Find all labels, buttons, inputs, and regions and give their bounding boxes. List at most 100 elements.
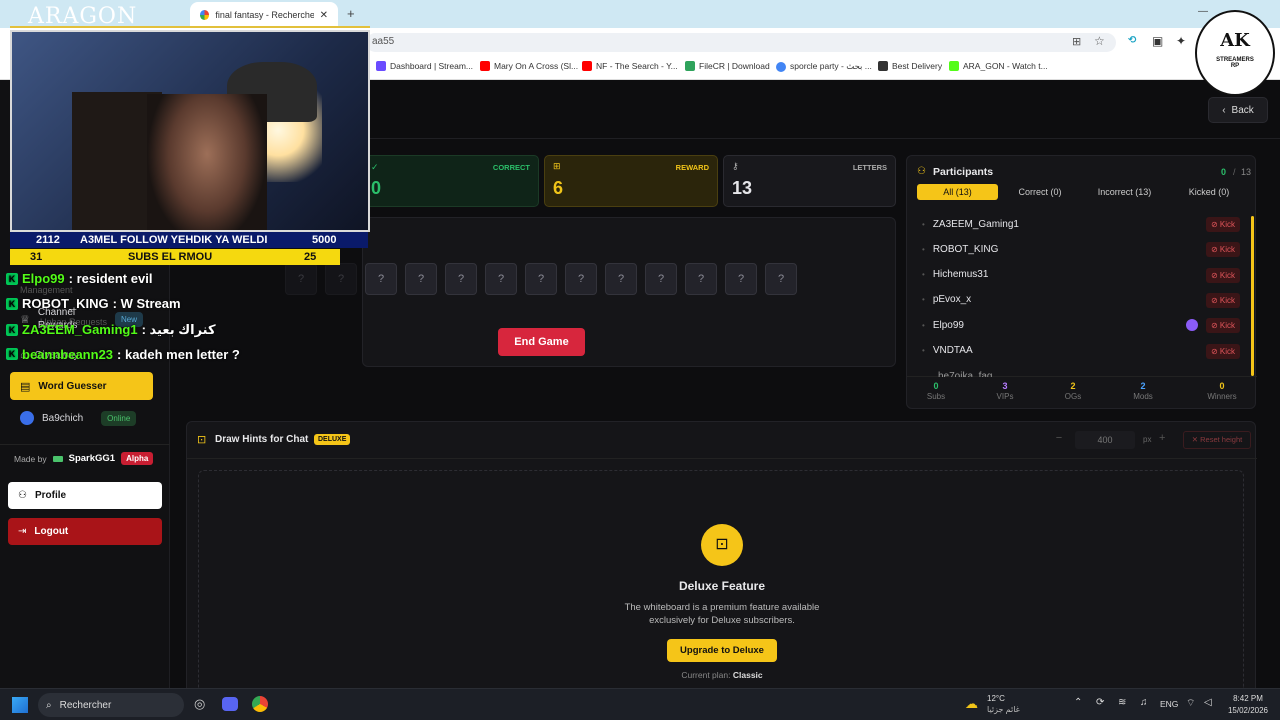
ban-icon: ⊘: [1210, 346, 1220, 356]
kick-button[interactable]: ⊘ Kick: [1205, 267, 1240, 283]
participants-scrollbar[interactable]: [1251, 216, 1254, 376]
stat-value: 6: [553, 178, 564, 198]
minimize-icon[interactable]: —: [1198, 6, 1208, 17]
participant-row: • ROBOT_KING ⊘ Kick: [916, 237, 1246, 261]
bookmark-item[interactable]: sporcle party - بحث ...: [776, 61, 872, 72]
deluxe-text-1: The whiteboard is a premium feature avai…: [624, 602, 820, 613]
decrease-height-button[interactable]: −: [1050, 432, 1068, 450]
chevron-up-icon[interactable]: ⌃: [1074, 697, 1082, 708]
summary-value: 0: [1219, 381, 1225, 391]
microphone-icon[interactable]: ♫: [1140, 697, 1148, 708]
extension-icon[interactable]: ⟲: [1128, 35, 1136, 46]
clock-date[interactable]: 15/02/2026: [1222, 706, 1274, 715]
webcam-feed: [10, 30, 370, 232]
kick-button[interactable]: ⊘ Kick: [1205, 292, 1240, 308]
participant-name: Hichemus31: [932, 269, 989, 281]
chat-message: K Elpo99: resident evil: [6, 271, 152, 286]
kick-button[interactable]: ⊘ Kick: [1205, 318, 1240, 334]
sidebar-item-word-guesser[interactable]: ▤ Word Guesser: [10, 372, 153, 400]
correct-count: 0: [1221, 167, 1227, 177]
key-icon: ⚷: [732, 161, 739, 171]
clock-time[interactable]: 8:42 PM: [1226, 694, 1270, 703]
logout-button[interactable]: ⇥ Logout: [8, 518, 162, 545]
windows-start-icon[interactable]: [12, 697, 28, 713]
bullet-icon: •: [922, 270, 925, 280]
kick-label: Kick: [1219, 321, 1235, 331]
sidebar-item-ba9chich[interactable]: Ba9chich Online: [10, 408, 153, 428]
made-by-label: Made by: [14, 453, 47, 464]
puzzle-icon[interactable]: ✦: [1176, 34, 1186, 48]
stat-value: 0: [371, 178, 382, 198]
ban-icon: ⊘: [1210, 245, 1220, 255]
maker-name[interactable]: SparkGG1: [69, 453, 115, 464]
height-input[interactable]: 400: [1075, 431, 1135, 449]
follow-goal-count: 2112: [36, 234, 60, 246]
chrome-icon[interactable]: [252, 696, 268, 712]
sparkgg-logo-icon: [52, 455, 63, 462]
bookmark-item[interactable]: ARA_GON - Watch t...: [949, 61, 1048, 71]
letter-box: ?: [765, 263, 797, 295]
address-bar[interactable]: aa55: [366, 33, 1116, 52]
sidebar-divider: [0, 444, 170, 445]
stat-label: CORRECT: [492, 163, 530, 172]
star-icon[interactable]: ☆: [1094, 34, 1105, 48]
end-game-button[interactable]: End Game: [498, 328, 585, 356]
hints-title: Draw Hints for Chat: [215, 434, 309, 445]
kick-label: Kick: [1219, 295, 1235, 305]
volume-icon[interactable]: ◁: [1204, 697, 1212, 708]
discord-icon[interactable]: [222, 697, 238, 711]
translate-icon[interactable]: ⊞: [1072, 35, 1081, 48]
increase-height-button[interactable]: +: [1159, 432, 1165, 444]
bookmark-label: Best Delivery: [892, 61, 943, 71]
weather-icon: ☁: [965, 696, 978, 711]
letter-box: ?: [285, 263, 317, 295]
filter-all-tab[interactable]: All (13): [917, 184, 998, 200]
ban-icon: ⊘: [1210, 295, 1220, 305]
filter-correct-tab[interactable]: Correct (0): [1008, 184, 1072, 200]
filter-incorrect-tab[interactable]: Incorrect (13): [1082, 184, 1167, 200]
participant-row: • Elpo99 ⊘ Kick: [916, 313, 1246, 337]
profile-button[interactable]: ⚇ Profile: [8, 482, 162, 509]
url-text: aa55: [372, 36, 395, 47]
letter-box: ?: [565, 263, 597, 295]
language-indicator[interactable]: ENG: [1160, 699, 1178, 709]
count-separator: /: [1233, 167, 1236, 177]
filter-kicked-tab[interactable]: Kicked (0): [1177, 184, 1241, 200]
network-icon[interactable]: ≋: [1118, 697, 1126, 708]
current-plan-value: Classic: [732, 670, 763, 680]
screenshot-icon[interactable]: ▣: [1152, 34, 1163, 48]
bookmark-item[interactable]: Best Delivery: [878, 61, 942, 71]
ban-icon: ⊘: [1210, 270, 1220, 280]
bookmark-item[interactable]: Dashboard | Stream...: [376, 61, 473, 71]
sidebar-item-management[interactable]: Management: [20, 285, 73, 295]
participant-name: pEvox_x: [932, 294, 972, 306]
sync-icon[interactable]: ⟳: [1096, 697, 1104, 708]
kick-platform-icon: K: [6, 272, 18, 285]
kick-button[interactable]: ⊘ Kick: [1205, 242, 1240, 258]
weather-text: غائم جزئيا: [987, 705, 1020, 714]
ban-icon: ⊘: [1210, 321, 1220, 331]
logo-text-ak: AK: [1220, 30, 1250, 51]
wifi-icon[interactable]: ⌔: [1186, 697, 1195, 710]
taskbar-search[interactable]: ⌕ Rechercher: [38, 693, 184, 717]
bookmark-item[interactable]: NF - The Search - Y...: [582, 61, 678, 71]
bookmark-item[interactable]: FileCR | Download: [685, 61, 770, 71]
kick-button[interactable]: ⊘ Kick: [1205, 343, 1240, 359]
back-button[interactable]: ‹ Back: [1208, 97, 1268, 123]
gamepad-icon: ⊡: [701, 524, 743, 566]
summary-label: Mods: [1133, 392, 1153, 401]
bookmark-item[interactable]: Mary On A Cross (Sl...: [480, 61, 578, 71]
upgrade-button[interactable]: Upgrade to Deluxe: [667, 639, 777, 662]
reset-height-button[interactable]: ✕ Reset height: [1183, 431, 1251, 449]
users-icon: ⚇: [917, 166, 926, 177]
kick-button[interactable]: ⊘ Kick: [1205, 217, 1240, 232]
ak-streamers-logo: AK STREAMERS RP: [1195, 10, 1275, 96]
participant-name: ROBOT_KING: [932, 243, 999, 255]
summary-value: 3: [1002, 381, 1008, 391]
app-icon[interactable]: ◎: [194, 696, 205, 712]
windows-taskbar: ⌕ Rechercher ◎ ☁ 12°C غائم جزئيا ⌃ ⟳ ≋ ♫…: [0, 688, 1280, 720]
bookmark-icon: [376, 61, 386, 71]
kick-platform-icon: K: [6, 323, 18, 336]
chat-message: K ZA3EEM_Gaming1: كنراك بعيد: [6, 322, 216, 338]
logo-text-rp: RP: [1230, 63, 1240, 69]
